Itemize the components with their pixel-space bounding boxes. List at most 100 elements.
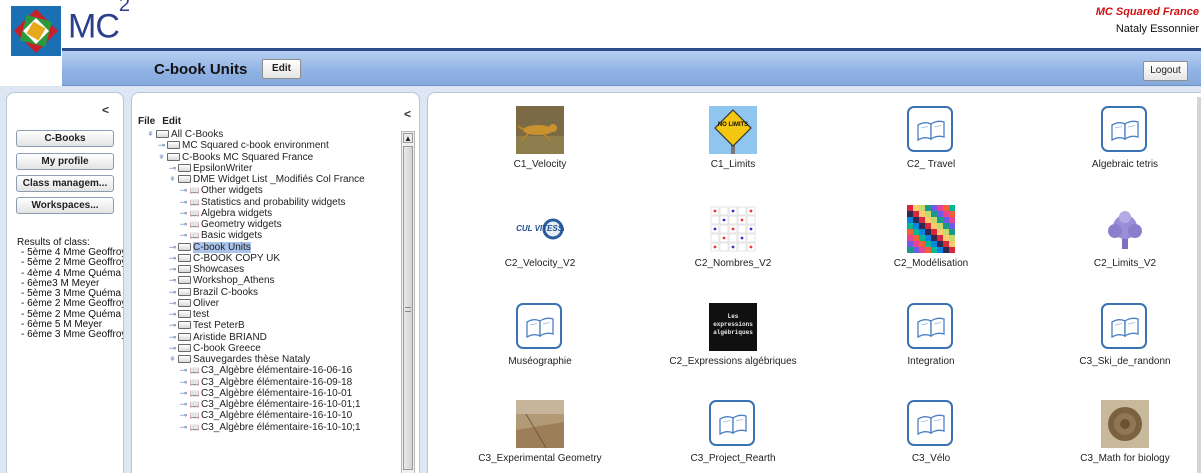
tree-item[interactable]: ⊸ 📖 Algebra widgets (132, 208, 404, 219)
cbook-card[interactable]: C3_Math for biology (1040, 400, 1201, 465)
tree-collapsed-toggle-icon[interactable]: ⊸ (168, 320, 177, 331)
cbook-title[interactable]: Integration (846, 355, 1016, 368)
cbook-title[interactable]: C2_Expressions algébriques (648, 355, 818, 368)
tree-collapsed-toggle-icon[interactable]: ⊸ (179, 219, 188, 230)
tree-item[interactable]: ⊸ Workshop_Athens (132, 275, 404, 286)
cbook-card[interactable]: C3_Experimental Geometry (455, 400, 625, 465)
cbook-thumbnail[interactable] (1101, 106, 1149, 154)
tree-collapsed-toggle-icon[interactable]: ⊸ (168, 343, 177, 354)
tree-item[interactable]: ᵠ Sauvegardes thèse Nataly (132, 354, 404, 365)
tree-item[interactable]: ⊸ Aristide BRIAND (132, 332, 404, 343)
tree-collapsed-toggle-icon[interactable]: ⊸ (168, 332, 177, 343)
tree-item[interactable]: ⊸ Test PeterB (132, 320, 404, 331)
cbook-card[interactable]: C1_Velocity (455, 106, 625, 171)
tree-item[interactable]: ⊸ 📖 Other widgets (132, 185, 404, 196)
edit-menu[interactable]: Edit (162, 116, 181, 127)
cbook-thumbnail[interactable] (516, 303, 564, 351)
cbook-thumbnail[interactable] (709, 205, 757, 253)
cbook-thumbnail[interactable] (516, 400, 564, 449)
cbook-thumbnail[interactable]: CALCUL VITESSE (500, 205, 569, 253)
cbook-title[interactable]: C1_Velocity (455, 158, 625, 171)
tree-expanded-toggle-icon[interactable]: ᵠ (157, 152, 166, 163)
tree-collapsed-toggle-icon[interactable]: ⊸ (168, 253, 177, 264)
tree-collapsed-toggle-icon[interactable]: ⊸ (179, 230, 188, 241)
class-management-button[interactable]: Class managem... (16, 175, 114, 192)
tree-item[interactable]: ⊸ 📖 C3_Algèbre élémentaire-16-10-10;1 (132, 422, 404, 433)
tree-item[interactable]: ⊸ MC Squared c-book environment (132, 140, 404, 151)
tree-collapsed-toggle-icon[interactable]: ⊸ (168, 309, 177, 320)
tree-collapsed-toggle-icon[interactable]: ⊸ (179, 377, 188, 388)
tree-collapsed-toggle-icon[interactable]: ⊸ (168, 287, 177, 298)
my-profile-button[interactable]: My profile (16, 153, 114, 170)
tree-item[interactable]: ⊸ EpsilonWriter (132, 163, 404, 174)
tree-scrollbar[interactable]: ▲ (401, 131, 415, 473)
tree-item[interactable]: ⊸ 📖 C3_Algèbre élémentaire-16-10-01;1 (132, 399, 404, 410)
cbook-title[interactable]: C3_Ski_de_randonn (1040, 355, 1201, 368)
tree-item[interactable]: ⊸ 📖 C3_Algèbre élémentaire-16-09-18 (132, 377, 404, 388)
cbook-thumbnail[interactable] (907, 400, 955, 448)
edit-button[interactable]: Edit (262, 59, 301, 79)
cbook-card[interactable]: NO LIMITS C1_Limits (648, 106, 818, 171)
logout-button[interactable]: Logout (1143, 61, 1188, 81)
cbook-thumbnail[interactable] (907, 106, 955, 154)
tree-collapsed-toggle-icon[interactable]: ⊸ (179, 410, 188, 421)
result-item[interactable]: - 6ème 3 Mme Geoffroy (21, 330, 123, 341)
cbook-thumbnail[interactable]: NO LIMITS (709, 106, 757, 154)
file-menu[interactable]: File (138, 116, 155, 127)
cbook-title[interactable]: C2_Nombres_V2 (648, 257, 818, 270)
tree-collapsed-toggle-icon[interactable]: ⊸ (179, 422, 188, 433)
cbook-card[interactable]: CALCUL VITESSE C2_Velocity_V2 (455, 205, 625, 270)
tree-item[interactable]: ⊸ Brazil C-books (132, 287, 404, 298)
tree-item[interactable]: ᵠ DME Widget List _Modifiés Col France (132, 174, 404, 185)
cbook-card[interactable]: C3_Vélo (846, 400, 1016, 465)
cbook-card[interactable]: Muséographie (455, 303, 625, 368)
cbook-thumbnail[interactable]: Les expressions algébriques (709, 303, 757, 351)
tree-item[interactable]: ⊸ 📖 Statistics and probability widgets (132, 197, 404, 208)
tree-collapsed-toggle-icon[interactable]: ⊸ (168, 242, 177, 253)
tree-item[interactable]: ⊸ Showcases (132, 264, 404, 275)
cbook-card[interactable]: C2_ Travel (846, 106, 1016, 171)
cbook-card[interactable]: C2_Nombres_V2 (648, 205, 818, 270)
tree-item[interactable]: ⊸ 📖 C3_Algèbre élémentaire-16-10-10 (132, 410, 404, 421)
cbook-card[interactable]: C2_Limits_V2 (1040, 205, 1201, 270)
tree-collapsed-toggle-icon[interactable]: ⊸ (179, 365, 188, 376)
tree-collapsed-toggle-icon[interactable]: ⊸ (179, 388, 188, 399)
cbook-thumbnail[interactable] (1101, 400, 1149, 448)
tree-collapsed-toggle-icon[interactable]: ⊸ (168, 275, 177, 286)
cbook-thumbnail[interactable] (907, 205, 955, 253)
cbook-thumbnail[interactable] (516, 106, 564, 154)
cbook-thumbnail[interactable] (907, 303, 955, 351)
collapse-tree-panel-button[interactable]: < (404, 107, 411, 121)
cbook-card[interactable]: Algebraic tetris (1040, 106, 1201, 171)
workspaces-button[interactable]: Workspaces... (16, 197, 114, 214)
tree-expanded-toggle-icon[interactable]: ᵠ (168, 174, 177, 185)
cbook-thumbnail[interactable] (709, 400, 757, 448)
tree-collapsed-toggle-icon[interactable]: ⊸ (179, 208, 188, 219)
tree-item[interactable]: ⊸ 📖 Geometry widgets (132, 219, 404, 230)
tree-item[interactable]: ⊸ Oliver (132, 298, 404, 309)
cbook-title[interactable]: C3_Math for biology (1040, 452, 1201, 465)
c-books-button[interactable]: C-Books (16, 130, 114, 147)
tree-item[interactable]: ᵠ All C-Books (132, 129, 404, 140)
tree-collapsed-toggle-icon[interactable]: ⊸ (168, 298, 177, 309)
tree-expanded-toggle-icon[interactable]: ᵠ (168, 354, 177, 365)
cbook-card[interactable]: C3_Ski_de_randonn (1040, 303, 1201, 368)
tree-item[interactable]: ᵠ C-Books MC Squared France (132, 152, 404, 163)
cbook-title[interactable]: C1_Limits (648, 158, 818, 171)
main-scrollbar[interactable] (1197, 97, 1201, 473)
tree-item[interactable]: ⊸ 📖 C3_Algèbre élémentaire-16-06-16 (132, 365, 404, 376)
tree-collapsed-toggle-icon[interactable]: ⊸ (179, 399, 188, 410)
cbook-thumbnail[interactable] (1101, 205, 1149, 253)
scroll-up-arrow-icon[interactable]: ▲ (403, 133, 413, 143)
cbook-title[interactable]: C2_Velocity_V2 (455, 257, 625, 270)
cbook-title[interactable]: Muséographie (455, 355, 625, 368)
cbook-card[interactable]: C3_Project_Rearth (648, 400, 818, 465)
cbook-title[interactable]: C3_Project_Rearth (648, 452, 818, 465)
cbook-thumbnail[interactable] (1101, 303, 1149, 351)
cbook-title[interactable]: C3_Experimental Geometry (455, 452, 625, 465)
tree-item[interactable]: ⊸ 📖 Basic widgets (132, 230, 404, 241)
cbook-title[interactable]: Algebraic tetris (1040, 158, 1201, 171)
cbook-title[interactable]: C3_Vélo (846, 452, 1016, 465)
tree-collapsed-toggle-icon[interactable]: ⊸ (157, 140, 166, 151)
tree-item[interactable]: ⊸ test (132, 309, 404, 320)
